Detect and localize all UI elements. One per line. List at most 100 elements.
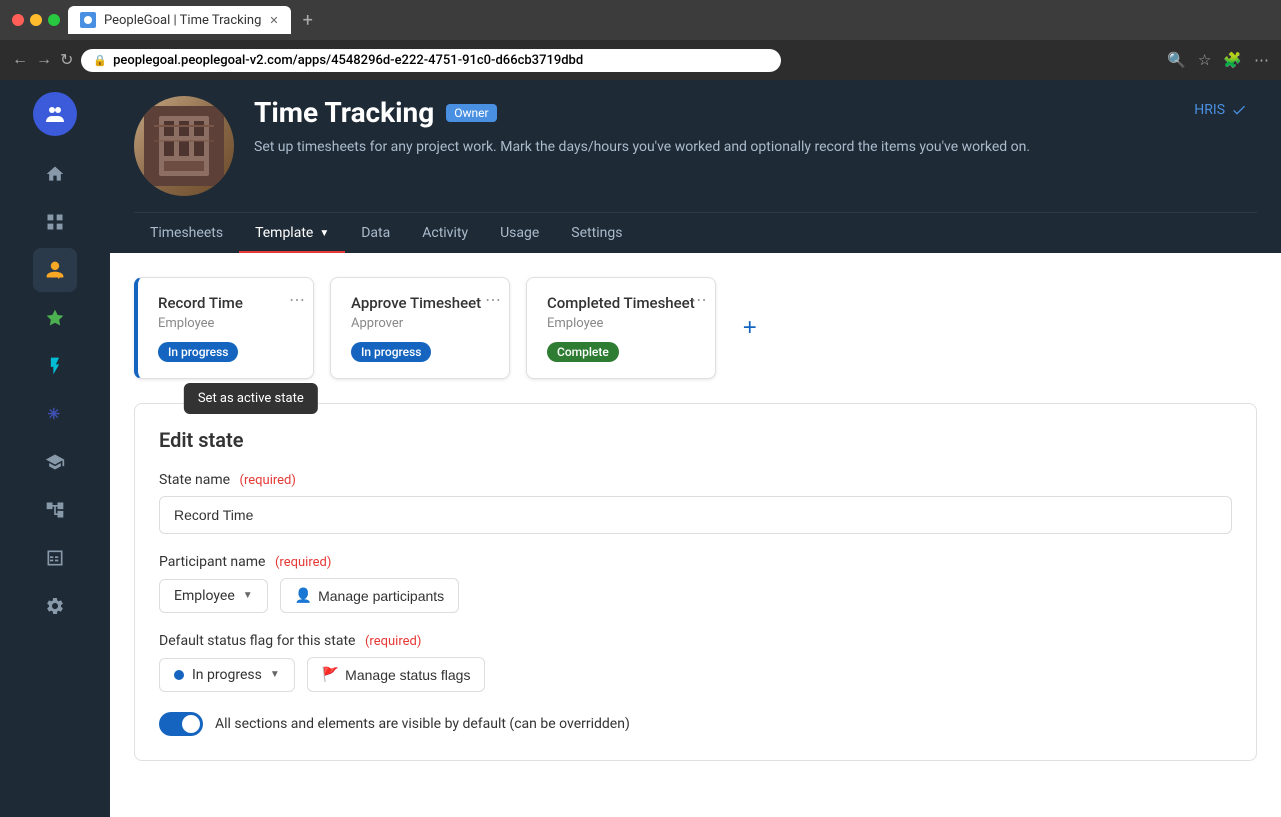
chevron-down-icon: ▼ [319,228,329,239]
state-record-time-title: Record Time [158,294,293,312]
sidebar-item-bolt[interactable] [33,344,77,388]
state-card-record-time[interactable]: ⋯ Record Time Employee In progress [134,277,314,379]
sidebar: ✳ [0,80,110,817]
browser-reload-btn[interactable]: ↻ [60,50,73,70]
browser-tab-close[interactable]: ✕ [269,14,278,27]
app-header-image-placeholder [134,96,234,196]
sidebar-item-graduation[interactable] [33,440,77,484]
browser-menu-btn[interactable]: ⋯ [1254,51,1269,69]
app-description: Set up timesheets for any project work. … [254,137,1054,158]
state-card-approve-menu[interactable]: ⋯ [485,290,501,309]
tab-timesheets-label: Timesheets [150,225,223,241]
state-completed-title: Completed Timesheet [547,294,695,312]
status-flag-group: Default status flag for this state (requ… [159,633,1232,692]
browser-url-text: peoplegoal.peoplegoal-v2.com/apps/454829… [113,53,583,68]
participant-required: (required) [275,555,331,570]
browser-tab-title: PeopleGoal | Time Tracking [104,13,261,28]
edit-state-title: Edit state [159,428,1232,452]
status-value: In progress [192,667,262,683]
sidebar-item-person-edit[interactable] [33,248,77,292]
state-record-time-container: ⋯ Record Time Employee In progress Set a… [134,277,314,379]
state-completed-role: Employee [547,316,695,331]
flag-icon: 🚩 [322,666,339,683]
app-container: ✳ [0,80,1281,817]
sidebar-avatar[interactable] [33,92,77,136]
browser-url-domain: peoplegoal.peoplegoal-v2.com [113,53,293,68]
visibility-label: All sections and elements are visible by… [215,716,630,732]
state-approve-role: Approver [351,316,489,331]
browser-tab[interactable]: PeopleGoal | Time Tracking ✕ [68,6,291,34]
browser-dot-red[interactable] [12,14,24,26]
manage-status-button[interactable]: 🚩 Manage status flags [307,657,486,692]
status-dot-icon [174,670,184,680]
state-card-completed-menu[interactable]: ⋯ [691,290,707,309]
browser-bookmark-btn[interactable]: ☆ [1198,51,1211,69]
app-header-title-row: Time Tracking Owner [254,96,1164,129]
browser-extensions-btn[interactable]: 🧩 [1223,51,1242,69]
state-name-input[interactable] [159,496,1232,534]
visibility-toggle-row: All sections and elements are visible by… [159,712,1232,736]
participant-row: Employee ▼ 👤 Manage participants [159,578,1232,613]
sidebar-item-grid[interactable] [33,200,77,244]
tab-activity[interactable]: Activity [406,213,484,253]
participant-label: Participant name (required) [159,554,1232,570]
add-state-button[interactable]: + [732,310,768,346]
state-name-label: State name (required) [159,472,1232,488]
sidebar-item-home[interactable] [33,152,77,196]
sidebar-item-settings[interactable] [33,584,77,628]
tab-template[interactable]: Template ▼ [239,213,345,253]
status-required: (required) [365,634,421,649]
manage-participants-button[interactable]: 👤 Manage participants [280,578,460,613]
browser-dots [12,14,60,26]
tab-settings-label: Settings [571,225,622,241]
edit-state-section: Edit state State name (required) Partici… [134,403,1257,761]
status-dropdown[interactable]: In progress ▼ [159,658,295,692]
browser-zoom-btn[interactable]: 🔍 [1167,51,1186,69]
app-header: Time Tracking Owner Set up timesheets fo… [110,80,1281,253]
state-record-time-role: Employee [158,316,293,331]
status-flag-label: Default status flag for this state (requ… [159,633,1232,649]
sidebar-item-star[interactable] [33,296,77,340]
browser-actions: 🔍 ☆ 🧩 ⋯ [1167,51,1269,69]
browser-tab-icon [80,12,96,28]
state-approve-title: Approve Timesheet [351,294,489,312]
svg-text:✳: ✳ [48,405,61,423]
tab-activity-label: Activity [422,225,468,241]
browser-new-tab[interactable]: + [303,10,313,31]
browser-chrome: PeopleGoal | Time Tracking ✕ + ← → ↻ 🔒 p… [0,0,1281,80]
sidebar-item-table[interactable] [33,536,77,580]
state-card-completed-timesheet[interactable]: ⋯ Completed Timesheet Employee Complete [526,277,716,379]
browser-dot-green[interactable] [48,14,60,26]
state-tooltip[interactable]: Set as active state [184,383,318,414]
browser-back-btn[interactable]: ← [12,51,28,69]
sidebar-item-hierarchy[interactable] [33,488,77,532]
tab-usage[interactable]: Usage [484,213,555,253]
hris-button[interactable]: HRIS [1184,96,1257,124]
browser-dot-yellow[interactable] [30,14,42,26]
sidebar-item-asterisk[interactable]: ✳ [33,392,77,436]
chevron-down-icon: ▼ [243,590,253,601]
state-card-record-time-menu[interactable]: ⋯ [289,290,305,309]
visibility-toggle[interactable] [159,712,203,736]
state-name-group: State name (required) [159,472,1232,534]
browser-url-bar[interactable]: 🔒 peoplegoal.peoplegoal-v2.com/apps/4548… [81,49,781,72]
state-card-approve-timesheet[interactable]: ⋯ Approve Timesheet Approver In progress [330,277,510,379]
participant-dropdown[interactable]: Employee ▼ [159,579,268,613]
tab-timesheets[interactable]: Timesheets [134,213,239,253]
participant-group: Participant name (required) Employee ▼ 👤… [159,554,1232,613]
manage-status-label: Manage status flags [345,667,470,683]
tab-template-label: Template [255,225,313,241]
app-header-top: Time Tracking Owner Set up timesheets fo… [134,96,1257,212]
content-area: ⋯ Record Time Employee In progress Set a… [110,253,1281,817]
browser-forward-btn[interactable]: → [36,51,52,69]
state-record-time-badge: In progress [158,342,238,362]
tab-usage-label: Usage [500,225,539,241]
tab-settings[interactable]: Settings [555,213,638,253]
hris-label: HRIS [1194,102,1225,118]
app-nav: Timesheets Template ▼ Data Activity Usag… [134,212,1257,253]
browser-url-path: /apps/4548296d-e222-4751-91c0-d66cb3719d… [293,53,584,68]
main-content: Time Tracking Owner Set up timesheets fo… [110,80,1281,817]
workflow-states: ⋯ Record Time Employee In progress Set a… [134,277,1257,379]
tab-data[interactable]: Data [345,213,406,253]
browser-titlebar: PeopleGoal | Time Tracking ✕ + [0,0,1281,40]
